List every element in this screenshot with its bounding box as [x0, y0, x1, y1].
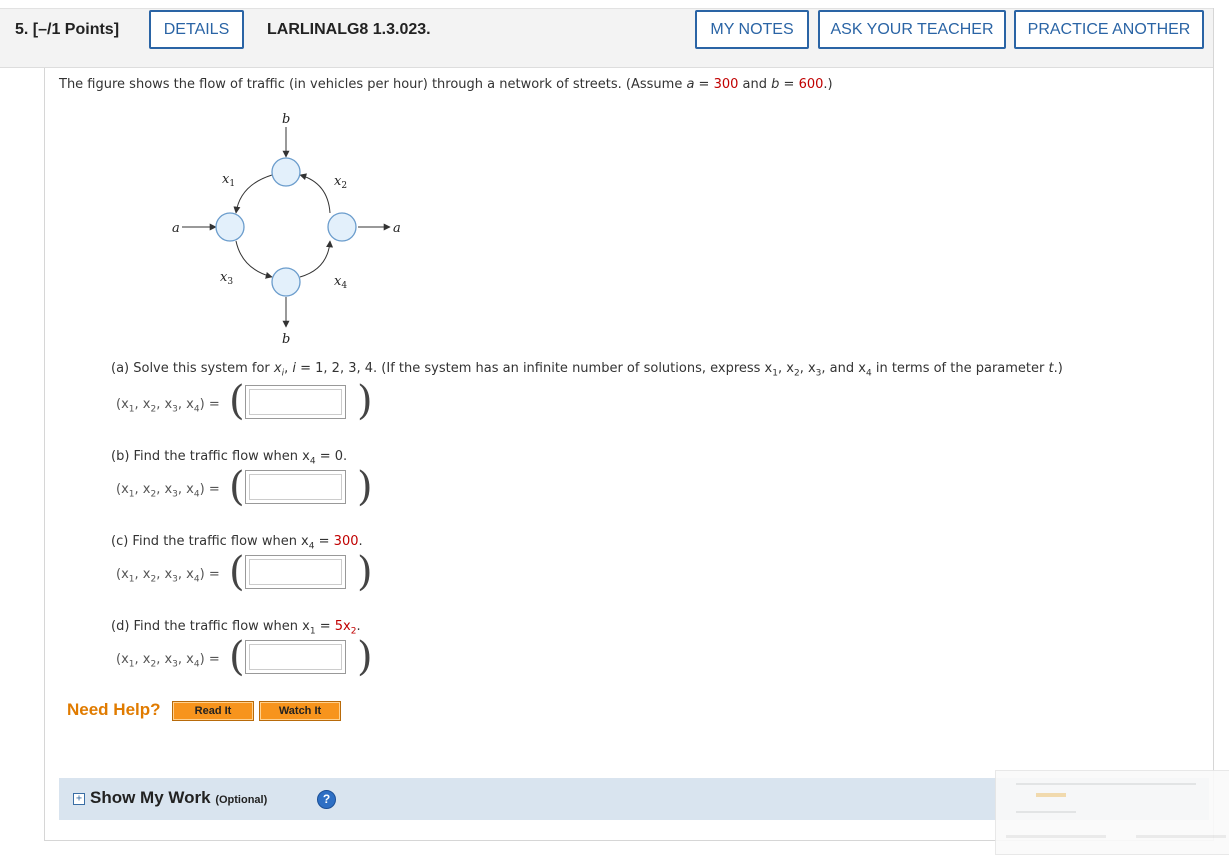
part-b-answer-input[interactable] [245, 470, 346, 504]
ask-your-teacher-button[interactable]: ASK YOUR TEACHER [818, 10, 1006, 49]
part-a-close-paren: ) [357, 378, 373, 424]
node-top [271, 157, 301, 187]
node-right [327, 212, 357, 242]
part-c-tuple-label: (x1, x2, x3, x4) = [116, 567, 220, 585]
label-a-left: a [172, 221, 180, 236]
part-b-open-paren: ( [229, 464, 245, 510]
need-help-label: Need Help? [67, 700, 161, 719]
arc-x1 [233, 174, 273, 214]
part-d-close-paren: ) [357, 634, 373, 680]
card-right-border [1213, 8, 1214, 841]
label-x3: x3 [220, 270, 233, 287]
node-left [215, 212, 245, 242]
node-bottom [271, 267, 301, 297]
part-b-close-paren: ) [357, 464, 373, 510]
label-b-top: b [282, 112, 290, 127]
question-code: LARLINALG8 1.3.023. [267, 21, 431, 38]
part-a-prompt: (a) Solve this system for xi, i = 1, 2, … [111, 361, 1063, 379]
part-c-close-paren: ) [357, 549, 373, 595]
part-c-answer-input[interactable] [245, 555, 346, 589]
details-button[interactable]: DETAILS [149, 10, 244, 49]
part-b-tuple-label: (x1, x2, x3, x4) = [116, 482, 220, 500]
part-a-open-paren: ( [229, 378, 245, 424]
label-a-right: a [393, 221, 401, 236]
part-d-open-paren: ( [229, 634, 245, 680]
traffic-network-figure: b b a a x1 x2 x3 x4 [172, 112, 401, 347]
question-intro: The figure shows the flow of traffic (in… [59, 77, 833, 92]
expand-icon[interactable]: + [73, 793, 85, 805]
part-d-answer-input[interactable] [245, 640, 346, 674]
part-a-tuple-label: (x1, x2, x3, x4) = [116, 397, 220, 415]
help-question-icon[interactable]: ? [317, 790, 336, 809]
label-x1: x1 [222, 172, 235, 189]
page-thumbnail-preview [995, 770, 1229, 855]
part-d-tuple-label: (x1, x2, x3, x4) = [116, 652, 220, 670]
practice-another-button[interactable]: PRACTICE ANOTHER [1014, 10, 1204, 49]
question-number: 5. [–/1 Points] [15, 21, 120, 38]
label-b-bottom: b [282, 332, 290, 347]
label-x4: x4 [334, 274, 347, 291]
part-a-answer-input[interactable] [245, 385, 346, 419]
label-x2: x2 [334, 174, 347, 191]
arc-x3 [235, 240, 273, 279]
card-left-border [44, 68, 45, 841]
part-c-open-paren: ( [229, 549, 245, 595]
show-my-work-label[interactable]: Show My Work (Optional) [90, 788, 267, 808]
read-it-button[interactable]: Read It [172, 701, 254, 721]
arc-x4 [299, 240, 334, 278]
watch-it-button[interactable]: Watch It [259, 701, 341, 721]
arc-x2 [299, 173, 331, 214]
my-notes-button[interactable]: MY NOTES [695, 10, 809, 49]
